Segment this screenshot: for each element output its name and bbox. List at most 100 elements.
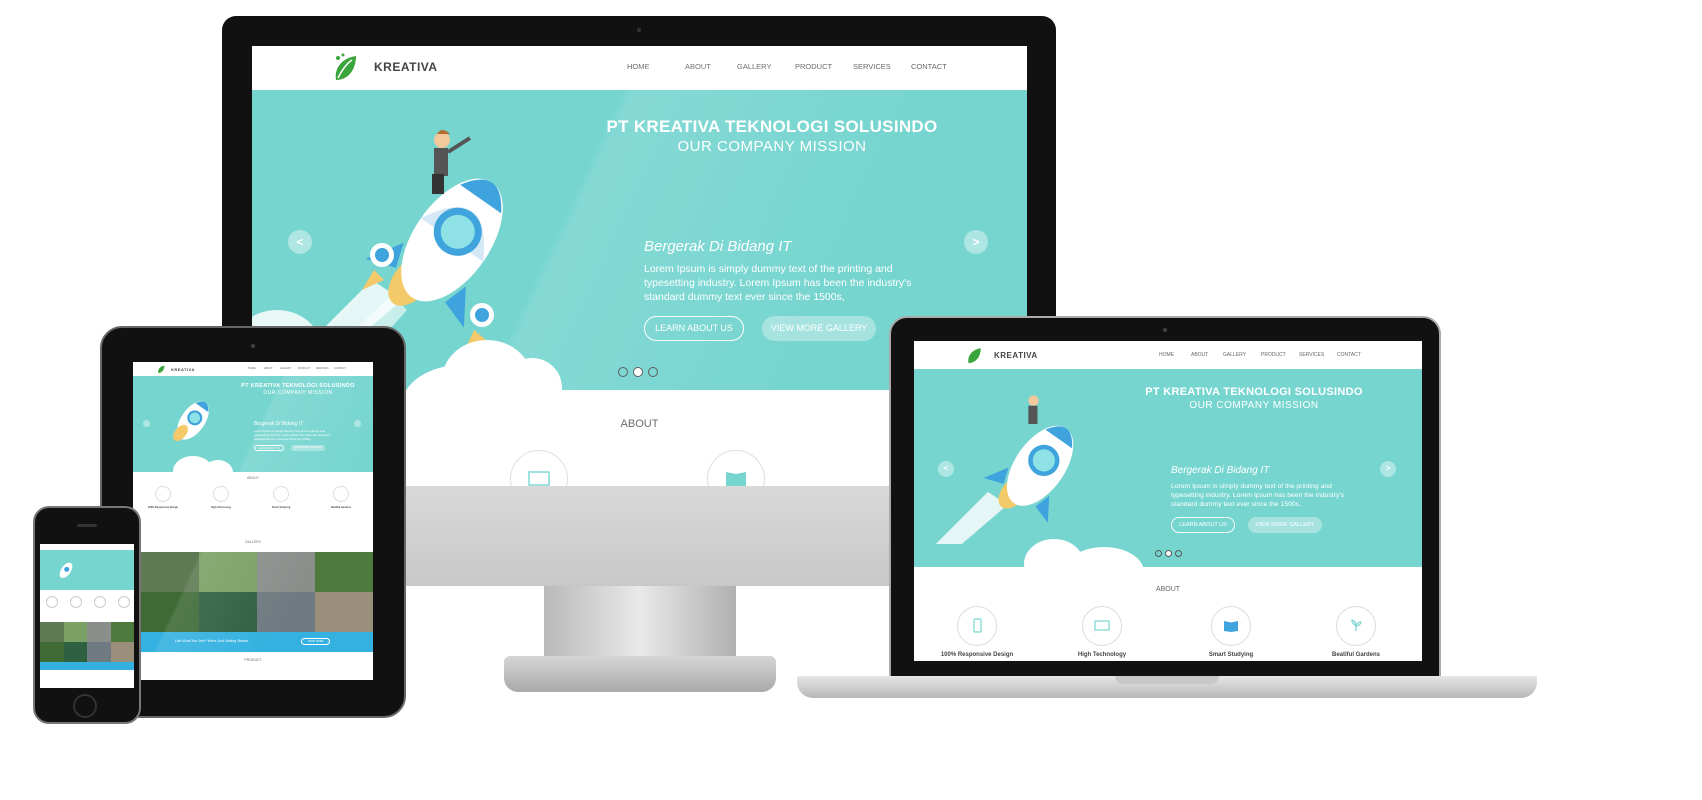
phone-icon [973, 618, 982, 633]
gallery-thumb[interactable] [141, 592, 199, 632]
slider-dot-active[interactable] [1165, 550, 1172, 557]
gallery-thumb[interactable] [257, 552, 315, 592]
gallery-thumb[interactable] [110, 622, 134, 642]
rocket-illustration [935, 395, 1074, 544]
slider-dot[interactable] [618, 367, 628, 377]
nav-contact[interactable]: CONTACT [334, 367, 352, 370]
feature-circle [707, 450, 765, 486]
feature-circle [70, 596, 82, 608]
hero-subtitle: OUR COMPANY MISSION [263, 390, 333, 396]
cta-button[interactable]: SHOP MORE [301, 638, 331, 645]
gallery-grid [40, 622, 134, 662]
feature-circle [957, 606, 997, 646]
tablet-screen: KREATIVA HOME ABOUT GALLERY PRODUCT SERV… [133, 362, 373, 680]
main-menu: HOME ABOUT GALLERY PRODUCT SERVICES CONT… [248, 367, 352, 370]
laptop-notch [1115, 676, 1219, 684]
nav-home[interactable]: HOME [627, 62, 685, 71]
nav-services[interactable]: SERVICES [316, 367, 334, 370]
gallery-thumb[interactable] [315, 552, 373, 592]
main-menu: HOME ABOUT GALLERY PRODUCT SERVICES CONT… [1159, 352, 1375, 358]
hero-desc-line: Lorem Ipsum is simply dummy text of the … [1171, 483, 1332, 490]
hero-description: Lorem Ipsum is simply dummy text of the … [1171, 482, 1371, 509]
nav-gallery[interactable]: GALLERY [737, 62, 795, 71]
learn-about-us-button[interactable]: LEARN ABOUT US [1171, 517, 1235, 533]
camera-dot [251, 344, 255, 348]
camera-dot [637, 28, 641, 32]
gallery-thumb[interactable] [257, 592, 315, 632]
brand[interactable]: KREATIVA [332, 52, 438, 82]
feature-circle [155, 486, 171, 502]
slider-dot[interactable] [1155, 550, 1162, 557]
hero-description: Lorem Ipsum is simply dummy text of the … [254, 429, 344, 441]
gallery-thumb[interactable] [63, 622, 87, 642]
feature-circle [1082, 606, 1122, 646]
gallery-thumb[interactable] [199, 592, 257, 632]
gallery-thumb[interactable] [87, 622, 111, 642]
feature-label: 100% Responsive Design [940, 652, 1014, 658]
feature-label: Smart Studying [1208, 652, 1254, 658]
learn-about-us-button[interactable]: LEARN ABOUT US [644, 316, 744, 341]
gallery-thumb[interactable] [141, 552, 199, 592]
nav-contact[interactable]: CONTACT [1337, 352, 1375, 358]
leaf-logo-icon [335, 53, 356, 80]
nav-services[interactable]: SERVICES [1299, 352, 1337, 358]
prev-slide-button[interactable]: < [938, 461, 954, 477]
feature-circle [118, 596, 130, 608]
feature-label: 100% Responsive Design [147, 506, 179, 509]
slider-dot[interactable] [1175, 550, 1182, 557]
feature-label: Beatiful Gardens [330, 506, 351, 509]
nav-product[interactable]: PRODUCT [1261, 352, 1299, 358]
product-section-title: PRODUCT [244, 658, 262, 662]
navbar: KREATIVA HOME ABOUT GALLERY PRODUCT SERV… [252, 46, 1027, 90]
feature-circle [510, 450, 568, 486]
next-slide-button[interactable]: > [964, 230, 988, 254]
prev-slide-button[interactable] [143, 420, 150, 427]
nav-gallery[interactable]: GALLERY [1223, 352, 1261, 358]
prev-slide-button[interactable]: < [288, 230, 312, 254]
nav-product[interactable]: PRODUCT [795, 62, 853, 71]
gallery-thumb[interactable] [63, 642, 87, 662]
brand[interactable]: KREATIVA [157, 364, 195, 374]
feature-row [46, 596, 130, 616]
next-slide-button[interactable] [354, 420, 361, 427]
hero-description: Lorem Ipsum is simply dummy text of the … [644, 262, 944, 304]
hero-slider: PT KREATIVA TEKNOLOGI SOLUSINDO OUR COMP… [133, 376, 373, 472]
brand-name: KREATIVA [994, 350, 1038, 360]
laptop-screen: KREATIVA HOME ABOUT GALLERY PRODUCT SERV… [914, 341, 1422, 661]
hero-desc-line: typesetting industry. Lorem Ipsum has be… [644, 277, 912, 289]
view-more-gallery-button[interactable]: VIEW MORE GALLERY [291, 445, 325, 451]
feature-circle [273, 486, 289, 502]
nav-about[interactable]: ABOUT [1191, 352, 1223, 358]
slider-dot-active[interactable] [633, 367, 643, 377]
monitor-stand-neck [544, 576, 736, 664]
nav-about[interactable]: ABOUT [264, 367, 280, 370]
nav-home[interactable]: HOME [1159, 352, 1191, 358]
leaf-logo-icon [158, 365, 165, 373]
hero-desc-line: Lorem Ipsum is simply dummy text of the … [644, 263, 893, 275]
gallery-thumb[interactable] [199, 552, 257, 592]
feature-circle [213, 486, 229, 502]
hero-subtitle: OUR COMPANY MISSION [677, 138, 867, 155]
gallery-thumb[interactable] [40, 622, 64, 642]
next-slide-button[interactable]: > [1380, 461, 1396, 477]
nav-contact[interactable]: CONTACT [911, 62, 969, 71]
nav-gallery[interactable]: GALLERY [280, 367, 298, 370]
learn-about-us-button[interactable]: LEARN ABOUT US [254, 445, 284, 451]
gallery-thumb[interactable] [87, 642, 111, 662]
home-button[interactable] [73, 694, 97, 718]
hero-subtitle: OUR COMPANY MISSION [1189, 400, 1319, 411]
brand[interactable]: KREATIVA [966, 345, 1038, 365]
nav-product[interactable]: PRODUCT [298, 367, 316, 370]
nav-home[interactable]: HOME [248, 367, 264, 370]
gallery-thumb[interactable] [315, 592, 373, 632]
view-more-gallery-button[interactable]: VIEW MORE GALLERY [1248, 517, 1322, 533]
feature-circle [1211, 606, 1251, 646]
nav-services[interactable]: SERVICES [853, 62, 911, 71]
plant-icon [1351, 619, 1362, 631]
gallery-thumb[interactable] [110, 642, 134, 662]
hero-desc-line: standard dummy text ever since the 1500s… [1171, 501, 1301, 508]
nav-about[interactable]: ABOUT [685, 62, 737, 71]
gallery-thumb[interactable] [40, 642, 64, 662]
hero-tagline: Bergerak Di Bidang IT [254, 421, 304, 427]
slider-dot[interactable] [648, 367, 658, 377]
